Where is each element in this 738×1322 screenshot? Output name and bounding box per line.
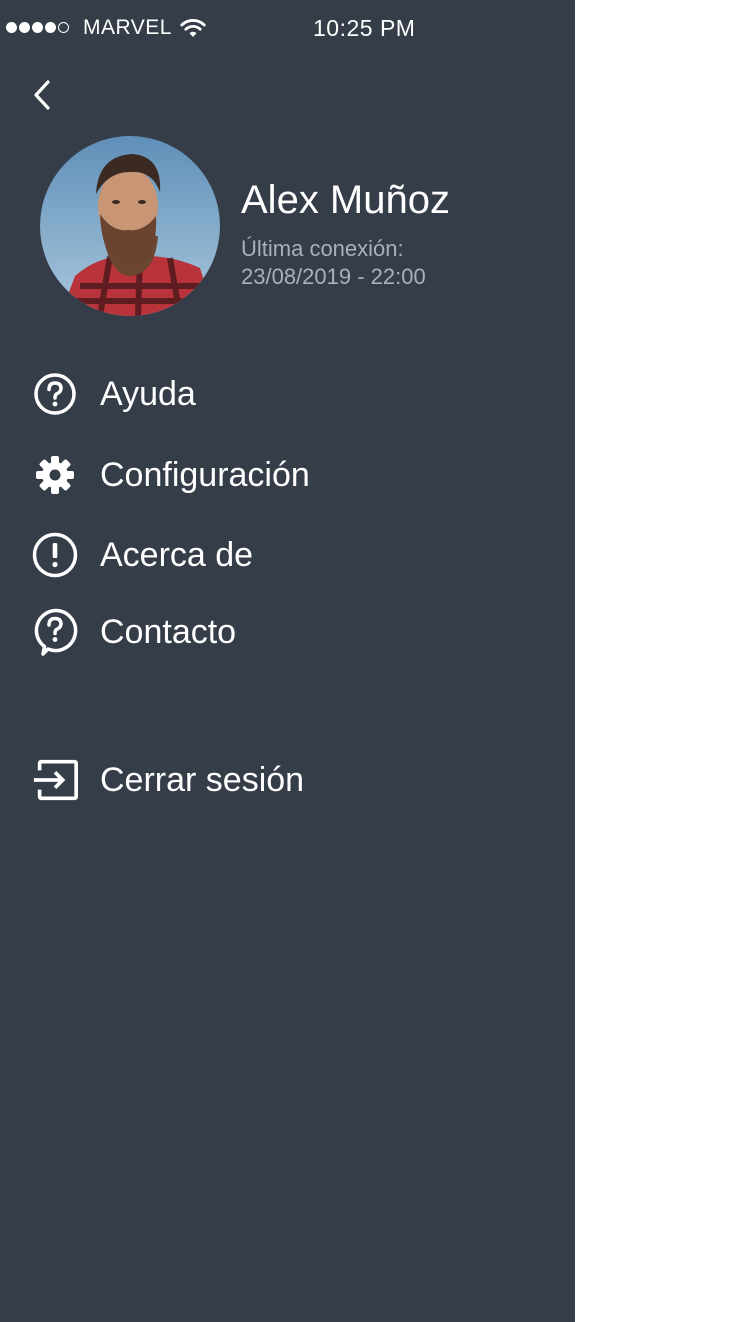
logout-button[interactable]: Cerrar sesión [30,753,530,807]
user-name: Alex Muñoz [241,178,450,222]
menu-item-label: Contacto [100,612,237,651]
side-drawer: MARVEL 10:25 PM Alex Muñoz Última conexi… [0,0,575,1322]
menu-item-ayuda[interactable]: Ayuda [30,367,530,421]
status-time: 10:25 PM [313,15,416,41]
wifi-icon [180,19,206,37]
avatar-photo [40,136,220,316]
menu-item-label: Acerca de [100,535,254,574]
signal-dot [6,22,17,33]
signal-dot [32,22,43,33]
menu-item-label: Ayuda [100,374,196,413]
menu-item-contacto[interactable]: Contacto [30,605,530,659]
status-bar: MARVEL 10:25 PM [0,0,575,58]
menu-item-configuracion[interactable]: Configuración [30,448,530,502]
last-connection-label: Última conexión: [241,236,404,261]
exclamation-circle-icon [30,530,80,580]
menu-item-acerca-de[interactable]: Acerca de [30,528,530,582]
signal-dot [19,22,30,33]
menu-item-label: Configuración [100,455,310,494]
last-connection-value: 23/08/2019 - 22:00 [241,264,426,289]
logout-icon [30,755,80,805]
signal-dot-empty [58,22,69,33]
question-bubble-icon [30,607,80,657]
gear-icon [30,450,80,500]
signal-strength-icon [6,22,69,33]
back-arrow-icon[interactable] [24,74,64,116]
signal-dot [45,22,56,33]
avatar[interactable] [40,136,220,316]
carrier-name: MARVEL [83,16,172,39]
help-circle-icon [30,369,80,419]
content-overlay[interactable] [575,0,738,1322]
logout-label: Cerrar sesión [100,760,305,799]
